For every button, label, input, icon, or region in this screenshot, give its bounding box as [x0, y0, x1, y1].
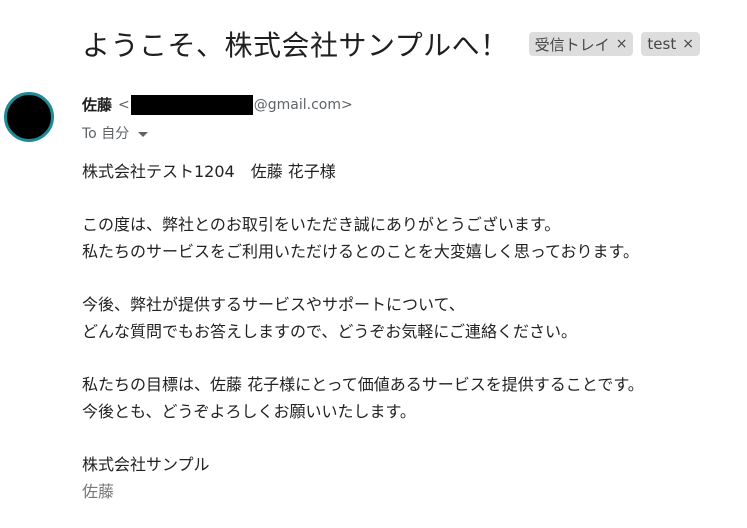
- signature-company: 株式会社サンプル: [82, 455, 210, 474]
- signature-name: 佐藤: [82, 482, 115, 501]
- chevron-down-icon[interactable]: [138, 131, 149, 137]
- label-chip-inbox[interactable]: 受信トレイ ×: [528, 32, 634, 56]
- recipient-line: To 自分: [82, 123, 149, 143]
- body-line: どんな質問でもお答えしますので、どうぞお気軽にご連絡ください。: [82, 322, 578, 341]
- remove-label-icon[interactable]: ×: [682, 36, 694, 52]
- sender-avatar[interactable]: [4, 92, 54, 142]
- sender-email: < @gmail.com>: [118, 94, 353, 115]
- recipient-text: To 自分: [82, 126, 130, 142]
- email-subject: ようこそ、株式会社サンプルへ！: [82, 29, 509, 62]
- sender-line: 佐藤 < @gmail.com>: [82, 94, 353, 115]
- greeting: 株式会社テスト1204 佐藤 花子様: [82, 158, 739, 185]
- remove-label-icon[interactable]: ×: [616, 36, 628, 52]
- redacted-email-block: [130, 94, 253, 115]
- paragraph-support: 今後、弊社が提供するサービスやサポートについて、 どんな質問でもお答えしますので…: [82, 291, 739, 345]
- body-line: 今後とも、どうぞよろしくお願いいたします。: [82, 402, 416, 421]
- email-body: 株式会社テスト1204 佐藤 花子様 この度は、弊社とのお取引をいただき誠にあり…: [82, 158, 739, 505]
- subject-row: ようこそ、株式会社サンプルへ！ 受信トレイ × test ×: [82, 22, 737, 66]
- label-chip-text: 受信トレイ: [534, 35, 610, 54]
- signature: 株式会社サンプル 佐藤: [82, 451, 739, 505]
- body-line: この度は、弊社とのお取引をいただき誠にありがとうございます。: [82, 215, 561, 234]
- body-line: 私たちのサービスをご利用いただけるとのことを大変嬉しく思っております。: [82, 242, 639, 261]
- email-open-bracket: <: [118, 96, 130, 113]
- body-line: 私たちの目標は、佐藤 花子様にとって価値あるサービスを提供することです。: [82, 375, 644, 394]
- paragraph-thanks: この度は、弊社とのお取引をいただき誠にありがとうございます。 私たちのサービスを…: [82, 211, 739, 265]
- greeting-line: 株式会社テスト1204 佐藤 花子様: [82, 162, 336, 181]
- label-chip-test[interactable]: test ×: [641, 32, 700, 56]
- paragraph-goal: 私たちの目標は、佐藤 花子様にとって価値あるサービスを提供することです。 今後と…: [82, 371, 739, 425]
- label-chip-text: test: [647, 35, 677, 53]
- body-line: 今後、弊社が提供するサービスやサポートについて、: [82, 295, 465, 314]
- sender-name[interactable]: 佐藤: [82, 94, 112, 115]
- email-domain: @gmail.com>: [253, 96, 353, 113]
